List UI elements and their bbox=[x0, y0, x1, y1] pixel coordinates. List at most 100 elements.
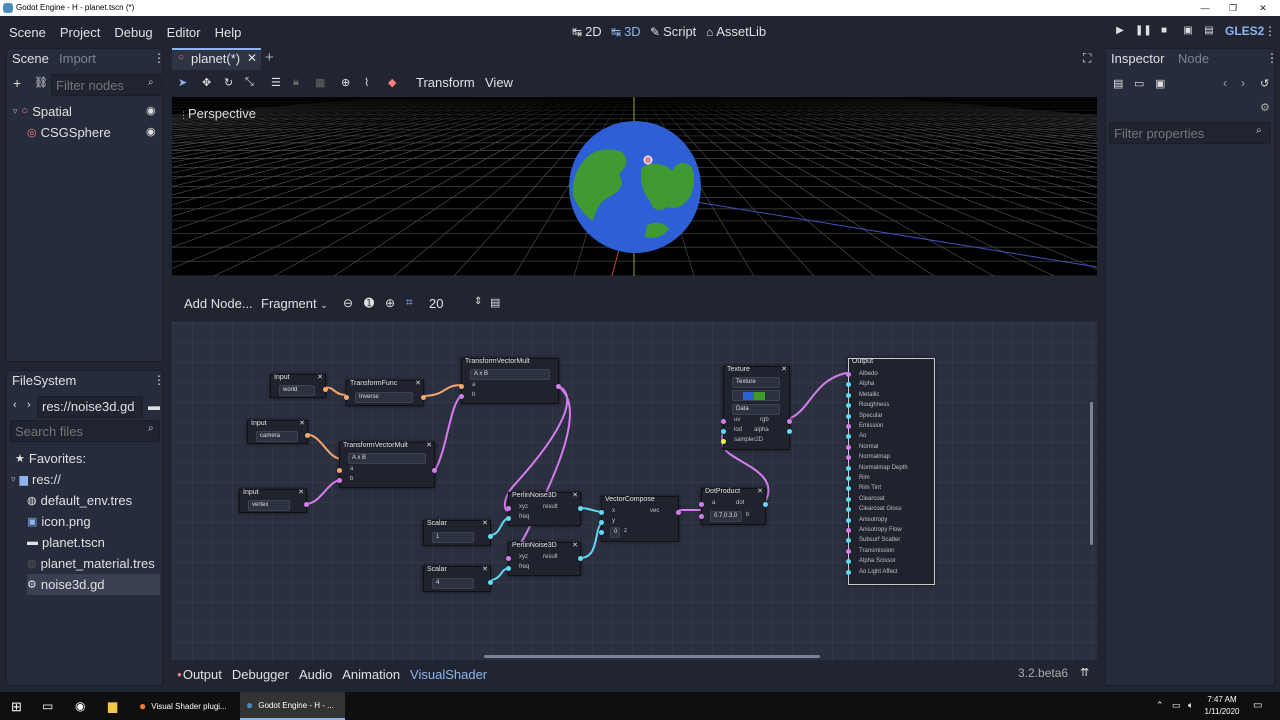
output-port[interactable] bbox=[488, 580, 493, 585]
input-port[interactable] bbox=[846, 548, 851, 554]
folder-icon[interactable]: ▆ bbox=[108, 699, 117, 713]
play-scene-icon[interactable]: ▣ bbox=[1181, 25, 1195, 36]
history-forward-icon[interactable]: › bbox=[1241, 76, 1245, 90]
input-port[interactable] bbox=[846, 413, 851, 419]
input-port[interactable] bbox=[846, 559, 851, 565]
expand-panel-icon[interactable]: ⇈ bbox=[1080, 666, 1089, 679]
forward-icon[interactable]: › bbox=[27, 399, 31, 411]
visibility-eye-icon[interactable]: ◉ bbox=[146, 125, 156, 138]
output-port[interactable] bbox=[763, 502, 768, 507]
file-item-planet-material[interactable]: ◍ planet_material.tres bbox=[27, 553, 155, 573]
input-port-sampler[interactable] bbox=[721, 439, 726, 444]
dock-menu-icon[interactable]: ⋮ bbox=[153, 51, 165, 65]
local-space-icon[interactable]: ⊕ bbox=[341, 76, 350, 89]
scalar-value-field[interactable]: 1 bbox=[432, 532, 474, 543]
current-path-field[interactable]: res://noise3d.gd bbox=[37, 396, 143, 418]
input-port[interactable] bbox=[846, 392, 851, 398]
perspective-menu[interactable]: ⋮Perspective bbox=[179, 106, 256, 121]
tab-animation[interactable]: Animation bbox=[337, 667, 405, 682]
close-node-icon[interactable]: ✕ bbox=[572, 541, 578, 549]
scale-tool-icon[interactable]: ⤡ bbox=[245, 76, 254, 89]
scalar-value-field[interactable]: 4 bbox=[432, 578, 474, 589]
input-port[interactable] bbox=[846, 465, 851, 471]
input-select[interactable]: camera bbox=[256, 431, 298, 442]
perlin-noise-node-1[interactable]: PerlinNoise3D ✕ xyz result freq bbox=[506, 491, 583, 526]
input-port-a[interactable] bbox=[459, 384, 464, 389]
input-port-y[interactable] bbox=[599, 520, 604, 525]
close-node-icon[interactable]: ✕ bbox=[415, 379, 421, 387]
close-node-icon[interactable]: ✕ bbox=[482, 565, 488, 573]
tab-audio[interactable]: Audio bbox=[294, 667, 337, 682]
close-node-icon[interactable]: ✕ bbox=[572, 491, 578, 499]
tree-node-csgsphere[interactable]: ◎ CSGSphere bbox=[27, 122, 111, 142]
add-node-button[interactable]: Add Node... bbox=[184, 296, 253, 311]
close-node-icon[interactable]: ✕ bbox=[317, 373, 323, 381]
output-port[interactable] bbox=[323, 387, 328, 392]
dot-product-node[interactable]: DotProduct ✕ a dot 0.7,0.3,0 b bbox=[699, 488, 768, 525]
select-tool-icon[interactable]: ➤ bbox=[178, 76, 187, 89]
search-files-input[interactable] bbox=[10, 420, 160, 442]
menu-project[interactable]: Project bbox=[53, 25, 107, 40]
new-tab-button[interactable]: + bbox=[265, 49, 274, 66]
file-item-default-env[interactable]: ◍ default_env.tres bbox=[27, 490, 132, 510]
func-select[interactable]: Inverse bbox=[355, 392, 413, 403]
input-select[interactable]: world bbox=[279, 385, 315, 396]
output-port-rgb[interactable] bbox=[787, 419, 792, 424]
vertical-scrollbar[interactable] bbox=[1090, 402, 1093, 545]
menu-debug[interactable]: Debug bbox=[107, 25, 159, 40]
tab-inspector[interactable]: Inspector bbox=[1111, 49, 1164, 69]
op-select[interactable]: A x B bbox=[348, 453, 426, 464]
input-port-b[interactable] bbox=[699, 514, 704, 519]
input-port[interactable] bbox=[846, 434, 851, 440]
perlin-noise-node-2[interactable]: PerlinNoise3D ✕ xyz result freq bbox=[506, 541, 583, 576]
3d-viewport[interactable]: ⋮Perspective bbox=[172, 97, 1097, 276]
add-node-icon[interactable]: + bbox=[13, 75, 21, 91]
transform-vector-mult-node-2[interactable]: TransformVectorMult ✕ A x B a b bbox=[337, 442, 437, 488]
pause-icon[interactable]: ❚❚ bbox=[1135, 25, 1152, 36]
notification-icon[interactable]: ▭ bbox=[1253, 700, 1262, 711]
snap-icon[interactable]: ⌇ bbox=[364, 76, 369, 89]
vector-compose-node[interactable]: VectorCompose x vec y 0 z bbox=[599, 496, 681, 542]
filter-properties-input[interactable] bbox=[1109, 122, 1271, 144]
snap-step-field[interactable]: 20 bbox=[429, 296, 443, 311]
b-value-field[interactable]: 0.7,0.3,0 bbox=[710, 511, 742, 522]
input-port-a[interactable] bbox=[699, 502, 704, 507]
input-port-xyz[interactable] bbox=[506, 556, 511, 561]
play-custom-icon[interactable]: ▤ bbox=[1202, 25, 1216, 36]
input-port[interactable] bbox=[846, 538, 851, 544]
favorites-item[interactable]: ★ Favorites: bbox=[15, 448, 86, 468]
filter-nodes-input[interactable] bbox=[51, 74, 161, 96]
input-port-freq[interactable] bbox=[506, 566, 511, 571]
input-port[interactable] bbox=[846, 424, 851, 429]
network-icon[interactable]: ▭ bbox=[1172, 700, 1181, 711]
close-node-icon[interactable]: ✕ bbox=[298, 488, 304, 496]
input-port[interactable] bbox=[846, 455, 851, 461]
close-node-icon[interactable]: ✕ bbox=[482, 519, 488, 527]
output-port[interactable] bbox=[676, 510, 681, 515]
tree-node-spatial[interactable]: ▿ ○ Spatial bbox=[13, 101, 72, 121]
windows-start-icon[interactable]: ⊞ bbox=[11, 699, 22, 715]
back-icon[interactable]: ‹ bbox=[13, 399, 17, 411]
input-port[interactable] bbox=[846, 528, 851, 533]
save-resource-icon[interactable]: ▣ bbox=[1155, 77, 1165, 90]
planet-sphere[interactable] bbox=[569, 121, 701, 253]
tab-import[interactable]: Import bbox=[59, 49, 96, 69]
menu-scene[interactable]: Scene bbox=[0, 25, 53, 40]
new-resource-icon[interactable]: ▤ bbox=[1113, 77, 1123, 90]
texture-type-select[interactable]: Data bbox=[732, 404, 780, 415]
output-node[interactable]: Output Albedo Alpha Metallic Roughness Specu… bbox=[846, 358, 935, 585]
settings-icon[interactable]: ⚙ bbox=[1260, 101, 1270, 114]
maximize-button[interactable]: ❐ bbox=[1218, 0, 1248, 16]
close-node-icon[interactable]: ✕ bbox=[781, 365, 787, 373]
taskbar-godot[interactable]: ● Godot Engine - H - ... bbox=[240, 692, 345, 720]
file-item-planet-tscn[interactable]: ▬ planet.tscn bbox=[27, 532, 105, 552]
input-port-uv[interactable] bbox=[721, 419, 726, 424]
input-node-vertex[interactable]: Input ✕ vertex bbox=[239, 488, 309, 513]
input-port-x[interactable] bbox=[599, 510, 604, 515]
input-port[interactable] bbox=[846, 382, 851, 388]
snap-grid-icon[interactable]: ⌗ bbox=[406, 295, 413, 310]
close-window-button[interactable]: ✕ bbox=[1248, 0, 1278, 16]
input-port[interactable] bbox=[846, 476, 851, 481]
input-port[interactable] bbox=[846, 507, 851, 513]
tab-output[interactable]: Output bbox=[182, 667, 227, 682]
